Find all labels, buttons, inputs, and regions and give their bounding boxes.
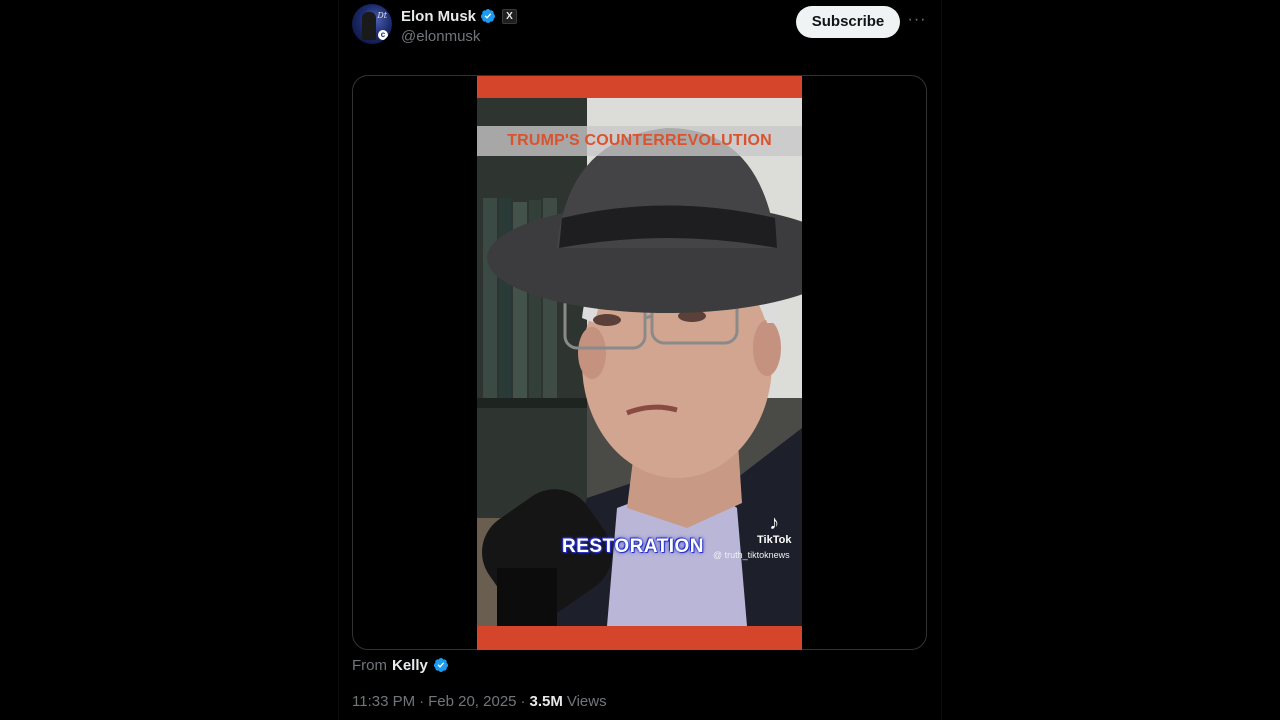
from-label: From (352, 656, 387, 674)
author-handle[interactable]: @elonmusk (401, 28, 480, 45)
author-display-name[interactable]: Elon Musk (401, 8, 476, 25)
post-meta-row: 11:33 PM · Feb 20, 2025 · 3.5M Views (352, 693, 607, 710)
verified-badge-icon (433, 658, 448, 672)
meta-separator: · (520, 693, 526, 710)
avatar-figure (362, 12, 376, 40)
views-count: 3.5M (529, 693, 563, 710)
subscribe-button[interactable]: Subscribe (796, 6, 900, 38)
post-date[interactable]: Feb 20, 2025 (428, 693, 516, 710)
affiliate-x-badge-icon: X (502, 8, 518, 24)
attribution-row: From Kelly (352, 655, 449, 675)
tiktok-watermark: ♪ TikTok (757, 512, 791, 546)
meta-separator: · (419, 693, 425, 710)
video-bottom-bar (477, 626, 802, 650)
author-avatar[interactable]: Dt c (352, 4, 392, 44)
views-label: Views (566, 693, 607, 710)
avatar-badge: c (378, 30, 388, 40)
tiktok-brand-label: TikTok (757, 534, 792, 546)
video-top-bar (477, 76, 802, 98)
from-name-link[interactable]: Kelly (392, 657, 428, 674)
post-time[interactable]: 11:33 PM (352, 693, 415, 710)
tiktok-icon: ♪ (769, 512, 780, 534)
verified-badge-icon (481, 9, 496, 23)
video-subtitle: RESTORATION (562, 536, 705, 557)
video-player[interactable]: TRUMP'S COUNTERREVOLUTION RESTORATION ♪ … (477, 76, 802, 650)
tiktok-username: @ truth_tiktoknews (713, 550, 790, 560)
video-top-caption: TRUMP'S COUNTERREVOLUTION (477, 126, 802, 156)
more-options-icon[interactable]: ··· (906, 12, 928, 31)
author-name-row[interactable]: Elon Musk X (401, 7, 518, 25)
avatar-logo-mark: Dt (377, 11, 387, 20)
